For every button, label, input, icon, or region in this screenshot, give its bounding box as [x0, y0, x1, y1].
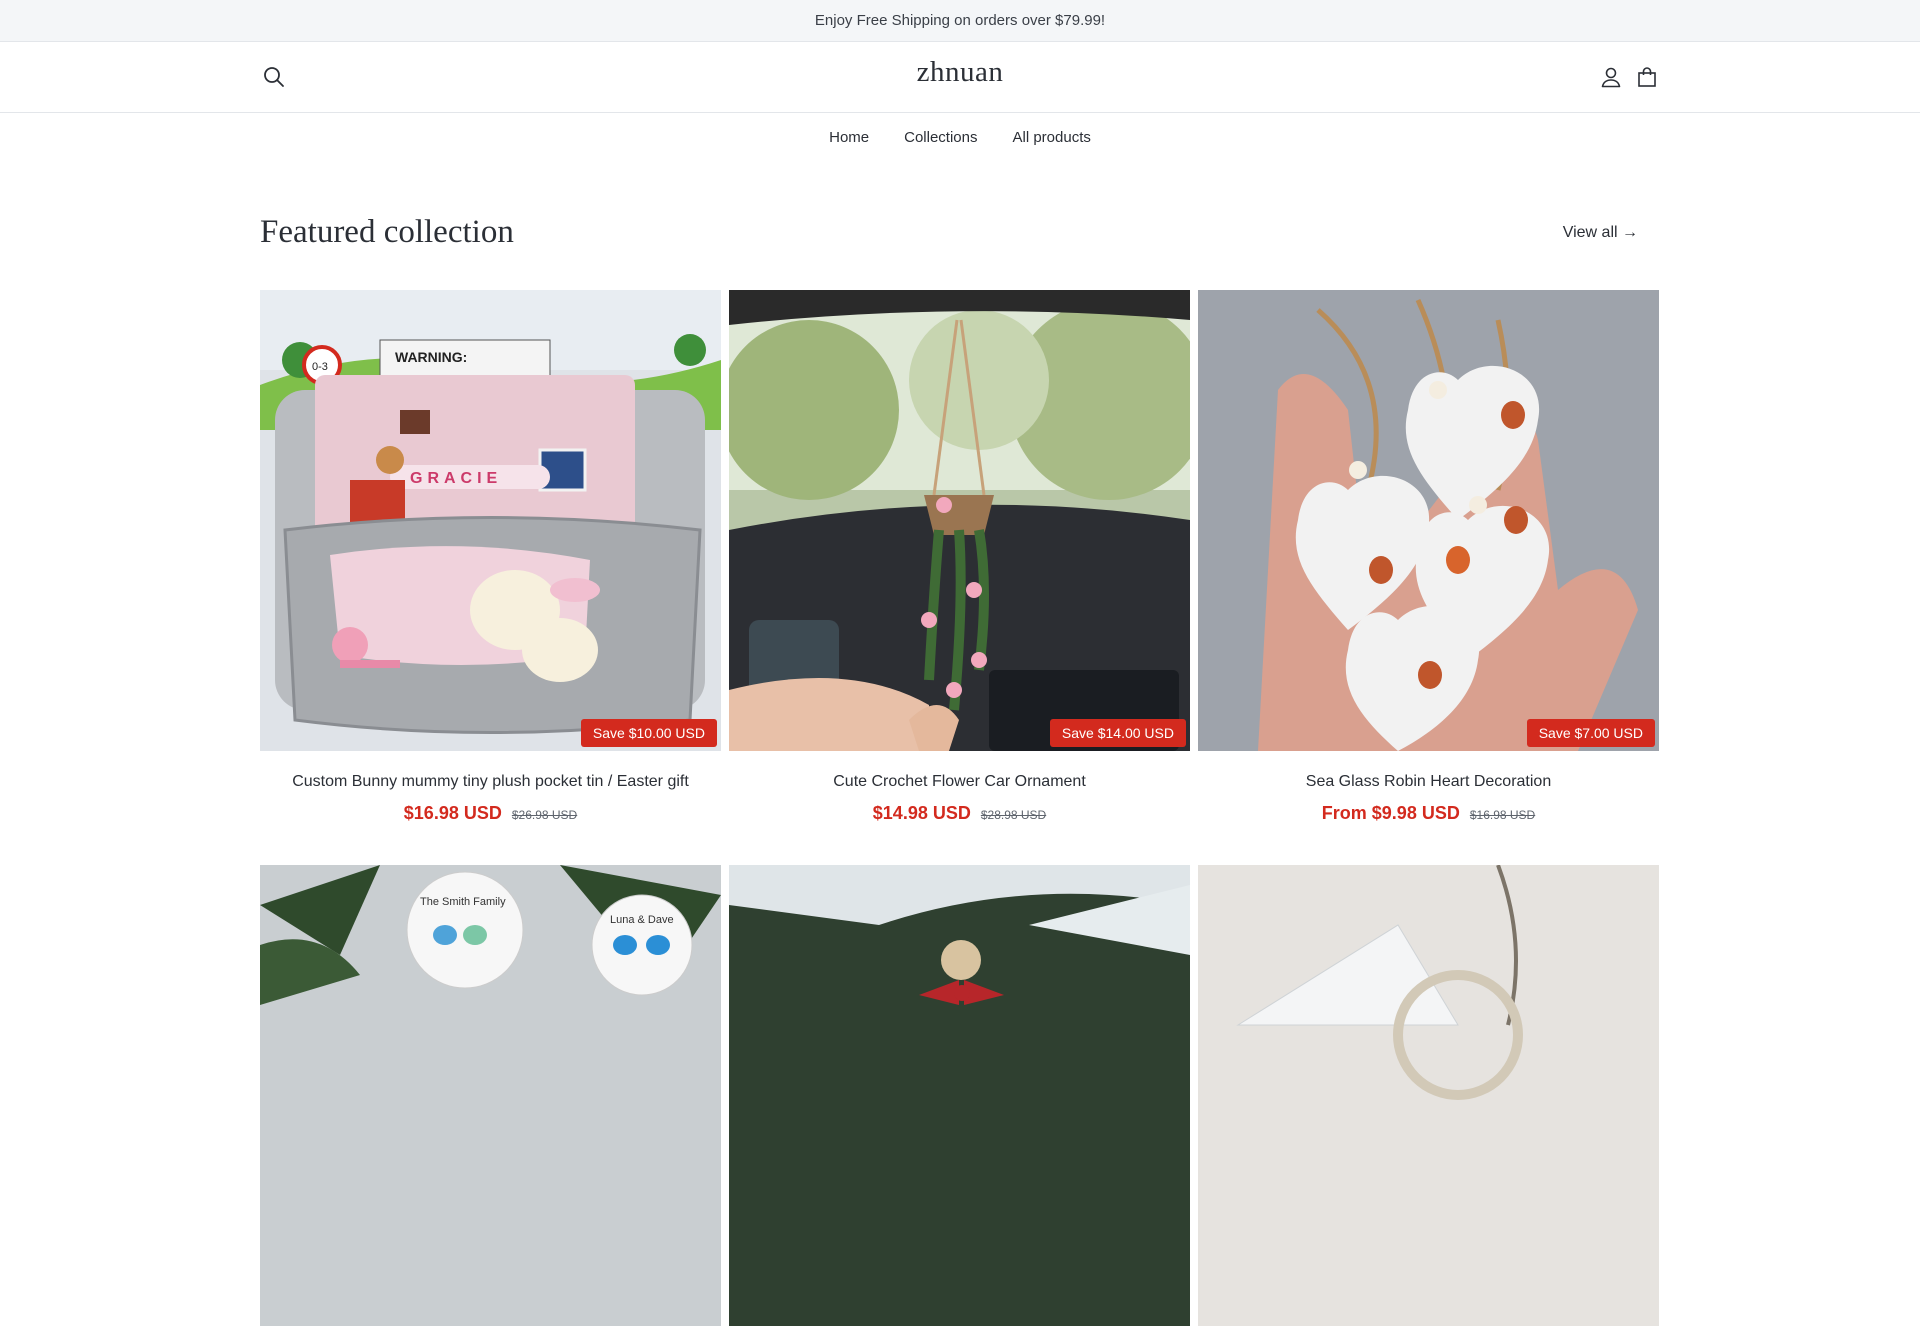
product-card[interactable]: The Smith Family Luna & Dave [260, 865, 721, 1326]
bag-icon[interactable] [1636, 66, 1658, 88]
product-card[interactable]: Save $14.00 USD Cute Crochet Flower Car … [729, 290, 1190, 865]
price-row: $16.98 USD $26.98 USD [260, 803, 721, 824]
product-title[interactable]: Custom Bunny mummy tiny plush pocket tin… [260, 773, 721, 791]
product-image[interactable]: Save $14.00 USD [729, 290, 1190, 751]
product-image[interactable] [1198, 865, 1659, 1326]
product-title[interactable]: Cute Crochet Flower Car Ornament [729, 773, 1190, 791]
product-card[interactable] [1198, 865, 1659, 1326]
sale-price: From $9.98 USD [1321, 803, 1460, 823]
product-card[interactable]: WARNING: 0-3 GRACIE Save $10.00 USD Cust… [260, 290, 721, 865]
ornament-text-1: The Smith Family [420, 896, 506, 908]
user-icon[interactable] [1600, 66, 1622, 88]
featured-header: Featured collection View all → [260, 214, 1660, 251]
nav-item-all-products[interactable]: All products [1013, 129, 1091, 146]
ornament-text-2: Luna & Dave [610, 914, 674, 926]
header-icons [1600, 66, 1658, 88]
product-image[interactable]: WARNING: 0-3 GRACIE Save $10.00 USD [260, 290, 721, 751]
product-info: Custom Bunny mummy tiny plush pocket tin… [260, 751, 721, 865]
product-title[interactable]: Sea Glass Robin Heart Decoration [1198, 773, 1659, 791]
announcement-bar: Enjoy Free Shipping on orders over $79.9… [0, 0, 1920, 42]
product-image[interactable]: Save $7.00 USD [1198, 290, 1659, 751]
compare-price: $16.98 USD [1469, 808, 1536, 822]
warning-label: WARNING: [395, 349, 467, 365]
nav-item-collections[interactable]: Collections [904, 129, 977, 146]
price-row: From $9.98 USD $16.98 USD [1198, 803, 1659, 824]
nav-item-home[interactable]: Home [829, 129, 869, 146]
compare-price: $28.98 USD [980, 808, 1047, 822]
sale-price: $14.98 USD [872, 803, 971, 823]
sale-price: $16.98 USD [403, 803, 502, 823]
site-logo[interactable]: zhnuan [917, 56, 1004, 89]
name-beads: GRACIE [410, 470, 502, 487]
section-title: Featured collection [260, 214, 514, 250]
product-card[interactable] [729, 865, 1190, 1326]
product-info: Cute Crochet Flower Car Ornament $14.98 … [729, 751, 1190, 865]
age-label: 0-3 [312, 361, 328, 373]
product-card[interactable]: Save $7.00 USD Sea Glass Robin Heart Dec… [1198, 290, 1659, 865]
site-header: zhnuan [0, 42, 1920, 113]
product-image[interactable] [729, 865, 1190, 1326]
product-grid: WARNING: 0-3 GRACIE Save $10.00 USD Cust… [260, 290, 1660, 1326]
sale-badge: Save $7.00 USD [1526, 719, 1655, 747]
sale-badge: Save $10.00 USD [580, 719, 717, 747]
search-icon[interactable] [262, 65, 286, 89]
product-info: Sea Glass Robin Heart Decoration From $9… [1198, 751, 1659, 865]
announcement-text: Enjoy Free Shipping on orders over $79.9… [814, 12, 1106, 29]
view-all-link[interactable]: View all → [1563, 224, 1638, 242]
sale-badge: Save $14.00 USD [1049, 719, 1186, 747]
compare-price: $26.98 USD [511, 808, 578, 822]
main-nav: Home Collections All products [0, 113, 1920, 161]
product-image[interactable]: The Smith Family Luna & Dave [260, 865, 721, 1326]
price-row: $14.98 USD $28.98 USD [729, 803, 1190, 824]
